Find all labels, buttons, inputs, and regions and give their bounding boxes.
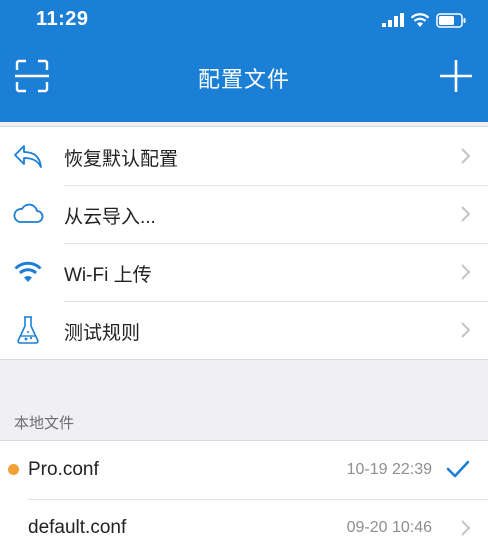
test-rules-row[interactable]: 测试规则 (0, 301, 488, 359)
wifi-icon (12, 257, 44, 287)
restore-default-row[interactable]: 恢复默认配置 (0, 127, 488, 185)
local-files-header: 本地文件 (14, 415, 75, 432)
file-name: Pro.conf (28, 459, 99, 480)
chevron-right-icon (461, 520, 471, 536)
signal-icon (382, 13, 404, 27)
file-row-default[interactable]: default.conf 09-20 10:46 (0, 499, 488, 553)
battery-icon (436, 12, 466, 28)
chevron-right-icon (461, 206, 471, 222)
import-from-cloud-label: 从云导入... (64, 207, 156, 228)
file-row-pro[interactable]: Pro.conf 10-19 22:39 (0, 441, 488, 499)
top-bar: 11:29 配置文件 (0, 0, 488, 122)
file-name: default.conf (28, 517, 127, 538)
cloud-icon (12, 199, 44, 229)
status-bar: 11:29 (0, 0, 488, 40)
import-from-cloud-row[interactable]: 从云导入... (0, 185, 488, 243)
local-files-group: Pro.conf 10-19 22:39 default.conf 09-20 … (0, 440, 488, 553)
chevron-right-icon (461, 264, 471, 280)
plus-icon (440, 60, 472, 92)
test-rules-label: 测试规则 (64, 323, 141, 344)
active-indicator-dot (8, 464, 19, 475)
wifi-upload-row[interactable]: Wi-Fi 上传 (0, 243, 488, 301)
add-button[interactable] (438, 58, 474, 94)
wifi-upload-label: Wi-Fi 上传 (64, 265, 152, 286)
reply-icon (12, 141, 44, 171)
checkmark-icon (446, 460, 470, 478)
file-time: 10-19 22:39 (346, 461, 432, 478)
status-time: 11:29 (36, 8, 89, 30)
status-icons (382, 10, 466, 30)
chevron-right-icon (461, 322, 471, 338)
wifi-status-icon (410, 12, 430, 27)
navigation-bar: 配置文件 (0, 40, 488, 122)
file-time: 09-20 10:46 (346, 519, 432, 536)
flask-icon (12, 315, 44, 345)
chevron-right-icon (461, 148, 471, 164)
restore-default-label: 恢复默认配置 (64, 149, 179, 170)
page-title: 配置文件 (197, 67, 290, 92)
actions-group: 恢复默认配置 从云导入... Wi-Fi 上传 测试规则 (0, 126, 488, 360)
